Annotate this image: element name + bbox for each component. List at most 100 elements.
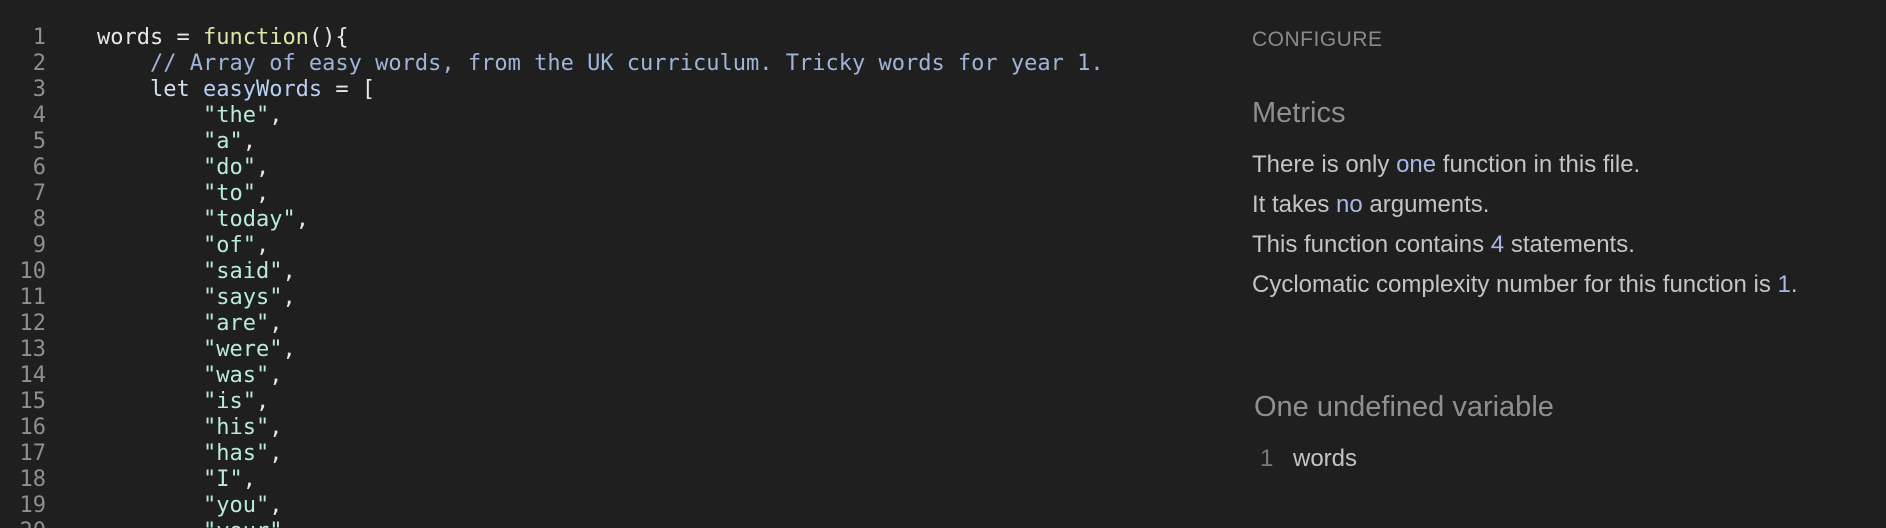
line-number: 18 <box>19 467 47 492</box>
code-token: "do" <box>202 155 256 180</box>
undefined-variables-heading: One undefined variable <box>1254 391 1554 423</box>
code-token: function <box>202 25 309 50</box>
report-panel: CONFIGURE Metrics There is only one func… <box>1252 0 1872 528</box>
code-text: "were", <box>97 337 296 363</box>
code-token: , <box>282 337 296 362</box>
code-token: = [ <box>322 77 376 102</box>
metric-function-count: There is only one function in this file. <box>1252 151 1640 179</box>
code-text: "today", <box>97 207 309 233</box>
code-token: let <box>149 77 203 102</box>
code-token: "the" <box>202 103 270 128</box>
code-token: , <box>269 415 283 440</box>
metric-text: function in this file. <box>1436 151 1641 178</box>
jshint-screen: 1 words = function(){ 2 // Array of easy w… <box>0 0 1886 528</box>
code-text: "says", <box>97 285 296 311</box>
code-token: , <box>255 389 270 414</box>
code-token: // Array of easy words, from the UK curr… <box>149 51 1104 76</box>
code-text: "to", <box>97 181 269 207</box>
code-token: easyWords <box>202 77 323 102</box>
code-token: "your" <box>203 519 282 528</box>
metric-text: statements. <box>1504 231 1635 258</box>
code-text: "a", <box>97 129 256 155</box>
line-number: 19 <box>19 493 47 518</box>
line-number: 8 <box>32 207 46 232</box>
code-text: "has", <box>97 441 282 467</box>
code-text: words = function(){ <box>97 25 349 51</box>
line-number: 3 <box>32 77 46 102</box>
code-token: "was" <box>202 363 270 388</box>
undefined-variable-name: words <box>1293 445 1358 472</box>
code-editor[interactable]: 1 words = function(){ 2 // Array of easy w… <box>0 0 1220 528</box>
configure-link[interactable]: CONFIGURE <box>1252 28 1383 52</box>
line-number: 15 <box>19 389 47 414</box>
undefined-variable-line: 1 <box>1260 445 1274 472</box>
code-token: "are" <box>202 311 270 336</box>
code-text: "do", <box>97 155 269 181</box>
code-token: , <box>255 181 270 206</box>
code-token: , <box>269 363 283 388</box>
code-token: "a" <box>202 129 243 154</box>
code-token: , <box>282 285 296 310</box>
line-number: 6 <box>32 155 46 180</box>
line-number: 9 <box>32 233 46 258</box>
line-number: 7 <box>32 181 46 206</box>
code-token: , <box>282 259 296 284</box>
code-token: "is" <box>202 389 256 414</box>
metrics-heading: Metrics <box>1252 97 1346 129</box>
metric-value: 1 <box>1777 271 1791 298</box>
line-number: 12 <box>19 311 47 336</box>
code-token: (){ <box>308 25 349 50</box>
code-text: "your", <box>97 519 296 528</box>
code-token: "said" <box>202 259 283 284</box>
code-token: , <box>242 129 256 154</box>
code-text: "you", <box>97 493 282 519</box>
code-text: "are", <box>97 311 282 337</box>
line-number: 11 <box>19 285 47 310</box>
metric-cyclomatic-complexity: Cyclomatic complexity number for this fu… <box>1252 271 1798 299</box>
line-number: 14 <box>19 363 47 388</box>
code-text: "said", <box>97 259 296 285</box>
line-number: 1 <box>32 25 46 50</box>
line-number: 10 <box>19 259 47 284</box>
code-text: "of", <box>97 233 269 259</box>
code-token: "were" <box>202 337 283 362</box>
code-token: "says" <box>202 285 283 310</box>
code-token: "his" <box>202 415 270 440</box>
metric-statements: This function contains 4 statements. <box>1252 231 1635 259</box>
code-text: "the", <box>97 103 282 129</box>
code-token: , <box>255 155 270 180</box>
line-number: 2 <box>32 51 46 76</box>
metric-text: This function contains <box>1252 231 1491 258</box>
line-number: 13 <box>19 337 47 362</box>
metric-text: Cyclomatic complexity number for this fu… <box>1252 271 1778 298</box>
metric-arguments: It takes no arguments. <box>1252 191 1489 219</box>
code-text: "is", <box>97 389 269 415</box>
metric-text: . <box>1790 271 1798 298</box>
code-token: , <box>282 519 295 528</box>
code-token: , <box>269 441 283 466</box>
code-token: "you" <box>202 493 270 518</box>
code-text: // Array of easy words, from the UK curr… <box>97 51 1104 77</box>
code-token: , <box>255 233 270 258</box>
code-token: , <box>269 103 283 128</box>
metric-text: There is only <box>1252 151 1397 178</box>
code-token: , <box>269 493 283 518</box>
line-number: 16 <box>19 415 47 440</box>
metric-value: one <box>1396 151 1437 178</box>
code-token: "I" <box>202 467 243 492</box>
